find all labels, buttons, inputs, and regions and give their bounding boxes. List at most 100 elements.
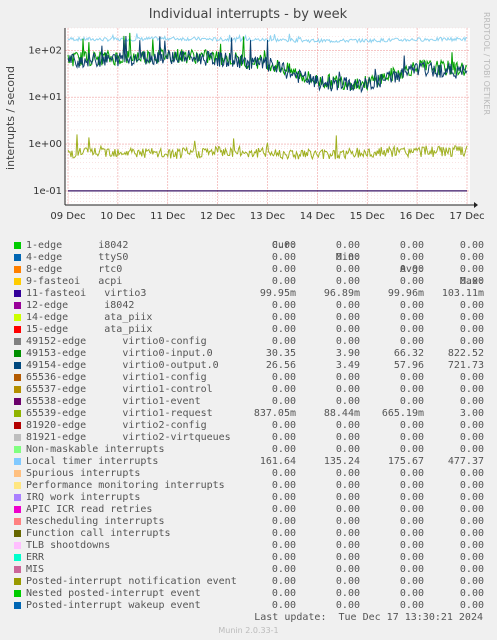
legend-row: 1-edge i8042 0.00 0.00 0.00 0.00 — [14, 240, 484, 252]
munin-version: Munin 2.0.33-1 — [218, 626, 279, 635]
legend-swatch — [14, 566, 21, 573]
legend-name: Posted-interrupt notification event — [26, 576, 237, 587]
legend-row: 49154-edge virtio0-output.0 26.56 3.49 57.9… — [14, 360, 484, 372]
y-tick-label: 1e+01 — [28, 92, 62, 103]
legend-swatch — [14, 302, 21, 309]
legend-row: 81921-edge virtio2-virtqueues 0.00 0.00 0.0… — [14, 432, 484, 444]
legend-cur: 26.56 — [265, 360, 296, 371]
legend-min: 0.00 — [335, 516, 360, 527]
legend-max: 0.00 — [459, 516, 484, 527]
legend-min: 0.00 — [335, 480, 360, 491]
legend-max: 0.00 — [459, 480, 484, 491]
legend-header: Cur: Min: Avg: Max: — [14, 228, 484, 287]
legend-min: 0.00 — [335, 396, 360, 407]
legend-swatch — [14, 362, 21, 369]
legend-max: 0.00 — [459, 240, 484, 251]
legend-name: MIS — [26, 564, 45, 575]
legend-max: 0.00 — [459, 276, 484, 287]
legend-swatch — [14, 398, 21, 405]
y-tick-label: 1e+00 — [28, 139, 62, 150]
legend-swatch — [14, 314, 21, 321]
legend-row: 81920-edge virtio2-config 0.00 0.00 0.00 0.0… — [14, 420, 484, 432]
y-ticks: 1e+02 1e+01 1e+00 1e-01 — [28, 45, 62, 197]
legend-min: 0.00 — [335, 372, 360, 383]
legend-cur: 161.64 — [259, 456, 296, 467]
legend-swatch — [14, 434, 21, 441]
x-axis-arrow-icon — [474, 202, 478, 208]
legend-name: 11-fasteoi virtio3 — [26, 288, 147, 299]
legend-cur: 0.00 — [271, 576, 296, 587]
legend-min: 3.90 — [335, 348, 360, 359]
legend-swatch — [14, 278, 21, 285]
legend-row: 49152-edge virtio0-config 0.00 0.00 0.00 0.0… — [14, 336, 484, 348]
x-tick-label: 15 Dec — [350, 211, 385, 222]
legend-min: 0.00 — [335, 468, 360, 479]
legend-swatch — [14, 578, 21, 585]
legend-row: Nested posted-interrupt event 0.00 0.00 0.0… — [14, 588, 484, 600]
legend-swatch — [14, 410, 21, 417]
legend-min: 0.00 — [335, 240, 360, 251]
legend-min: 0.00 — [335, 276, 360, 287]
legend-cur: 0.00 — [271, 300, 296, 311]
legend-swatch — [14, 290, 21, 297]
legend-swatch — [14, 386, 21, 393]
legend-row: ERR 0.00 0.00 0.00 0.00 — [14, 552, 484, 564]
legend-max: 0.00 — [459, 312, 484, 323]
legend-max: 0.00 — [459, 300, 484, 311]
legend-name: IRQ work interrupts — [26, 492, 141, 503]
legend-swatch — [14, 446, 21, 453]
legend-min: 0.00 — [335, 552, 360, 563]
x-tick-label: 14 Dec — [300, 211, 335, 222]
y-tick-label: 1e-01 — [33, 186, 62, 197]
legend-name: 15-edge ata_piix — [26, 324, 153, 335]
legend-cur: 0.00 — [271, 540, 296, 551]
legend-cur: 0.00 — [271, 480, 296, 491]
legend-max: 721.73 — [447, 360, 484, 371]
legend-max: 0.00 — [459, 600, 484, 611]
x-tick-label: 17 Dec — [449, 211, 484, 222]
legend-swatch — [14, 326, 21, 333]
legend-max: 0.00 — [459, 588, 484, 599]
legend-min: 0.00 — [335, 432, 360, 443]
legend-row: APIC ICR read retries 0.00 0.00 0.00 0.00 — [14, 504, 484, 516]
legend-max: 0.00 — [459, 264, 484, 275]
legend-min: 0.00 — [335, 600, 360, 611]
legend-row: Posted-interrupt notification event 0.00 0… — [14, 576, 484, 588]
legend-name: Rescheduling interrupts — [26, 516, 165, 527]
legend-min: 0.00 — [335, 264, 360, 275]
rrdtool-credit: RRDTOOL / TOBI OETIKER — [482, 12, 491, 115]
legend-max: 0.00 — [459, 540, 484, 551]
legend-cur: 0.00 — [271, 516, 296, 527]
legend-min: 0.00 — [335, 384, 360, 395]
legend-min: 96.89m — [323, 288, 360, 299]
legend-min: 0.00 — [335, 588, 360, 599]
x-ticks: 09 Dec 10 Dec 11 Dec 12 Dec 13 Dec 14 Dec 15 D… — [50, 211, 484, 222]
legend-row: 65537-edge virtio1-control 0.00 0.00 0.00 0.… — [14, 384, 484, 396]
legend-max: 0.00 — [459, 576, 484, 587]
legend-cur: 0.00 — [271, 384, 296, 395]
legend-cur: 0.00 — [271, 564, 296, 575]
legend-name: 65536-edge virtio1-config — [26, 372, 207, 383]
legend-cur: 0.00 — [271, 312, 296, 323]
legend-row: 4-edge ttyS0 0.00 0.00 0.00 0.00 — [14, 252, 484, 264]
legend-swatch — [14, 542, 21, 549]
legend-swatch — [14, 470, 21, 477]
legend-swatch — [14, 482, 21, 489]
legend-max: 0.00 — [459, 384, 484, 395]
legend-cur: 0.00 — [271, 372, 296, 383]
legend-min: 0.00 — [335, 528, 360, 539]
legend-min: 0.00 — [335, 300, 360, 311]
legend-name: 65539-edge virtio1-request — [26, 408, 213, 419]
legend-cur: 0.00 — [271, 504, 296, 515]
legend-max: 0.00 — [459, 552, 484, 563]
legend-max: 103.11m — [441, 288, 484, 299]
legend-min: 0.00 — [335, 504, 360, 515]
legend-swatch — [14, 530, 21, 537]
legend-cur: 0.00 — [271, 468, 296, 479]
legend-max: 0.00 — [459, 528, 484, 539]
legend-name: 9-fasteoi acpi — [26, 276, 123, 287]
legend-name: Function call interrupts — [26, 528, 171, 539]
last-update: Last update: Tue Dec 17 13:30:21 2024 — [254, 612, 483, 623]
legend-cur: 0.00 — [271, 432, 296, 443]
legend-name: Performance monitoring interrupts — [26, 480, 225, 491]
